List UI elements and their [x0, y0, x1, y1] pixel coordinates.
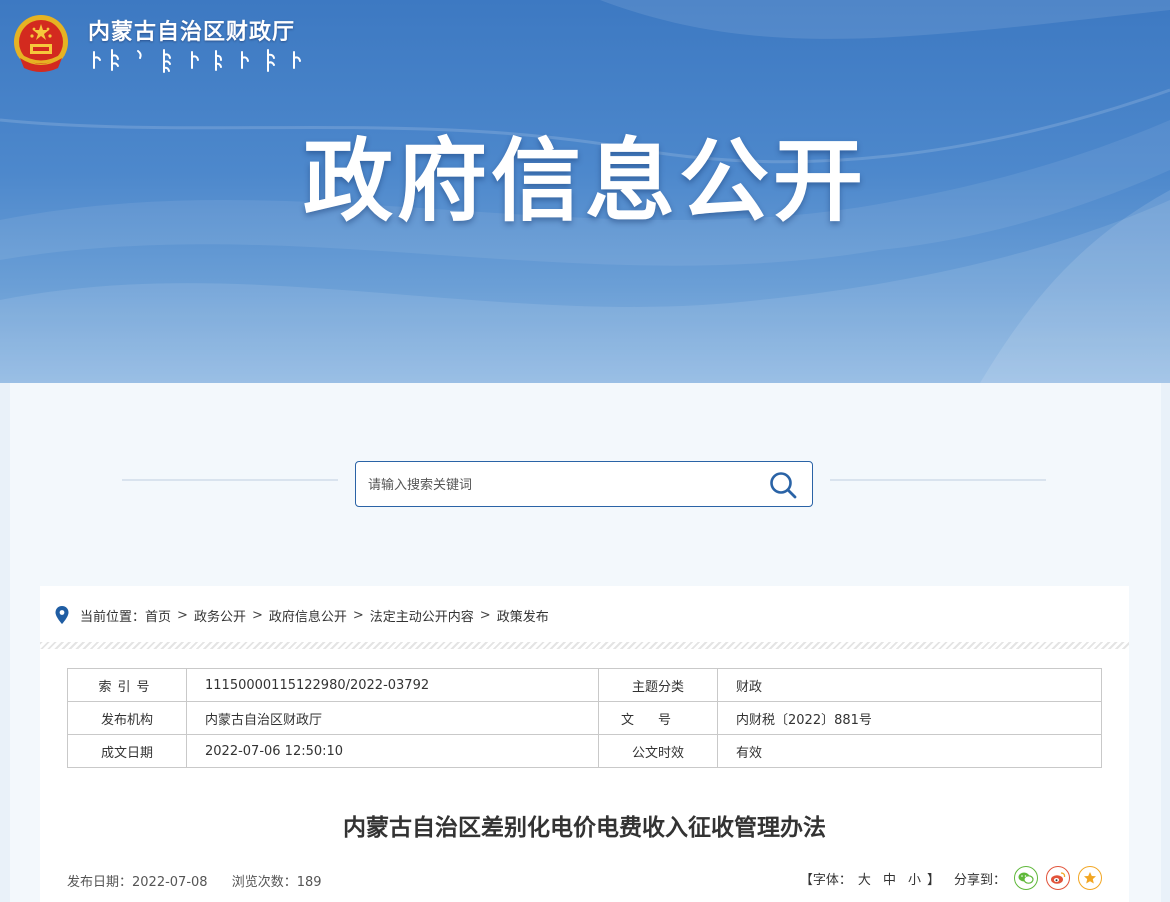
- search-divider-right: [830, 479, 1046, 481]
- meta-value-publisher: 内蒙古自治区财政厅: [186, 701, 599, 735]
- breadcrumb-separator: >: [479, 607, 491, 623]
- table-row: 成文日期 2022-07-06 12:50:10 公文时效 有效: [67, 734, 1102, 768]
- breadcrumb-policy-release[interactable]: 政策发布: [497, 606, 549, 625]
- meta-value-index: 11150000115122980/2022-03792: [186, 668, 599, 702]
- breadcrumb-separator: >: [177, 607, 188, 623]
- document-title: 内蒙古自治区差别化电价电费收入征收管理办法: [343, 815, 826, 841]
- search-input[interactable]: [366, 462, 750, 508]
- favorite-icon[interactable]: [1078, 866, 1102, 890]
- meta-key-validity: 公文时效: [598, 734, 718, 768]
- table-row: 索引号 11150000115122980/2022-03792 主题分类 财政: [67, 668, 1102, 702]
- share-label: 分享到：: [953, 872, 1006, 888]
- meta-value-doc-number: 内财税〔2022〕881号: [717, 701, 1102, 735]
- search-icon[interactable]: [768, 470, 798, 500]
- breadcrumb-prefix: 当前位置：: [80, 609, 146, 625]
- location-pin-icon: [55, 606, 69, 624]
- meta-value-validity: 有效: [717, 734, 1102, 768]
- breadcrumb-statutory-content[interactable]: 法定主动公开内容: [370, 606, 474, 625]
- breadcrumb: 当前位置： 首页 > 政务公开 > 政府信息公开 > 法定主动公开内容 > 政策…: [54, 602, 549, 628]
- publish-info: 发布日期：2022-07-08 浏览次数：189: [67, 871, 342, 890]
- banner-title: 政府信息公开: [303, 129, 867, 234]
- meta-key-publisher: 发布机构: [67, 701, 187, 735]
- weibo-icon[interactable]: [1046, 866, 1070, 890]
- meta-key-index: 索引号: [67, 668, 187, 702]
- article-tools: 【字体： 大 中 小 】 分享到：: [800, 866, 1102, 890]
- document-meta-table: 索引号 11150000115122980/2022-03792 主题分类 财政…: [67, 668, 1102, 768]
- meta-value-date: 2022-07-06 12:50:10: [186, 734, 599, 768]
- breadcrumb-home[interactable]: 首页: [145, 606, 171, 625]
- national-emblem-icon: [14, 15, 68, 72]
- article-content: 当前位置： 首页 > 政务公开 > 政府信息公开 > 法定主动公开内容 > 政策…: [40, 586, 1129, 902]
- search-bar: [355, 461, 813, 508]
- meta-key-date: 成文日期: [67, 734, 187, 768]
- main-panel: 当前位置： 首页 > 政务公开 > 政府信息公开 > 法定主动公开内容 > 政策…: [10, 383, 1161, 902]
- font-size-label-open: 【字体：: [799, 872, 852, 888]
- font-size-large-button[interactable]: 大: [858, 869, 871, 888]
- font-size-label-close: 】: [926, 872, 940, 888]
- wechat-icon[interactable]: [1014, 866, 1038, 890]
- breadcrumb-info-disclosure[interactable]: 政府信息公开: [269, 606, 347, 625]
- search-divider-left: [122, 479, 338, 481]
- divider-stripe: [40, 642, 1129, 649]
- breadcrumb-separator: >: [251, 607, 263, 623]
- breadcrumb-separator: >: [352, 607, 364, 623]
- breadcrumb-gov-affairs[interactable]: 政务公开: [194, 606, 246, 625]
- meta-key-topic: 主题分类: [598, 668, 718, 702]
- meta-key-doc-number: 文号: [598, 701, 718, 735]
- meta-value-topic: 财政: [717, 668, 1102, 702]
- header-banner: 内蒙古自治区财政厅 政府信息公开: [0, 0, 1170, 383]
- font-size-medium-button[interactable]: 中: [883, 869, 896, 888]
- view-count: 浏览次数：189: [231, 875, 322, 890]
- table-row: 发布机构 内蒙古自治区财政厅 文号 内财税〔2022〕881号: [67, 701, 1102, 735]
- mongolian-script-logo: [93, 49, 301, 73]
- font-size-small-button[interactable]: 小: [908, 869, 921, 888]
- publish-date: 发布日期：2022-07-08: [67, 875, 208, 890]
- org-name: 内蒙古自治区财政厅: [88, 20, 296, 45]
